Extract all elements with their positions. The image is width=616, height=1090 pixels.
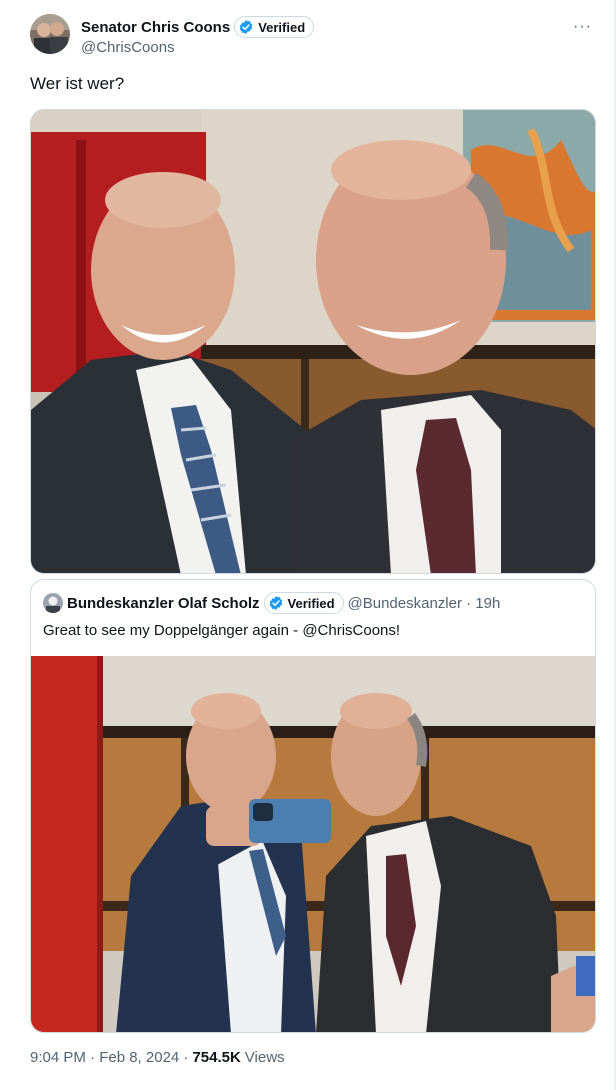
quoted-verified-button[interactable]: Verified bbox=[263, 592, 344, 614]
views-count: 754.5K bbox=[192, 1049, 241, 1066]
verified-button[interactable]: Verified bbox=[234, 16, 315, 38]
tweet-photo[interactable] bbox=[30, 109, 596, 574]
tweet-meta: 9:04 PM · Feb 8, 2024 · 754.5K Views bbox=[30, 1049, 285, 1066]
author-block: Senator Chris Coons Verified @ChrisCoons bbox=[81, 16, 315, 56]
tweet-text: Wer ist wer? bbox=[30, 74, 125, 93]
quoted-author-name: Bundeskanzler Olaf Scholz bbox=[67, 594, 260, 612]
verified-label: Verified bbox=[258, 19, 306, 35]
quoted-author-handle-time: @Bundeskanzler · 19h bbox=[347, 594, 501, 612]
tweet: Senator Chris Coons Verified @ChrisCoons… bbox=[0, 0, 612, 1090]
quoted-verified-label: Verified bbox=[287, 595, 335, 611]
author-name-row: Senator Chris Coons Verified bbox=[81, 16, 315, 38]
quoted-tweet-header: Bundeskanzler Olaf Scholz Verified @Bund… bbox=[43, 592, 500, 614]
quoted-tweet-photo bbox=[31, 656, 595, 1032]
tweet-header: Senator Chris Coons Verified @ChrisCoons… bbox=[30, 14, 600, 58]
tweet-timestamp[interactable]: 9:04 PM · Feb 8, 2024 · bbox=[30, 1049, 188, 1066]
author-name[interactable]: Senator Chris Coons bbox=[81, 19, 230, 36]
views-label: Views bbox=[244, 1049, 285, 1066]
quoted-author-avatar bbox=[43, 593, 63, 613]
author-handle[interactable]: @ChrisCoons bbox=[81, 39, 314, 56]
quoted-tweet[interactable]: Bundeskanzler Olaf Scholz Verified @Bund… bbox=[30, 579, 596, 1033]
verified-badge-icon bbox=[238, 19, 254, 35]
quoted-tweet-text: Great to see my Doppelgänger again - @Ch… bbox=[43, 622, 401, 639]
verified-badge-icon bbox=[268, 595, 284, 611]
author-avatar[interactable] bbox=[30, 14, 70, 54]
more-dots-icon[interactable]: ··· bbox=[573, 18, 592, 36]
